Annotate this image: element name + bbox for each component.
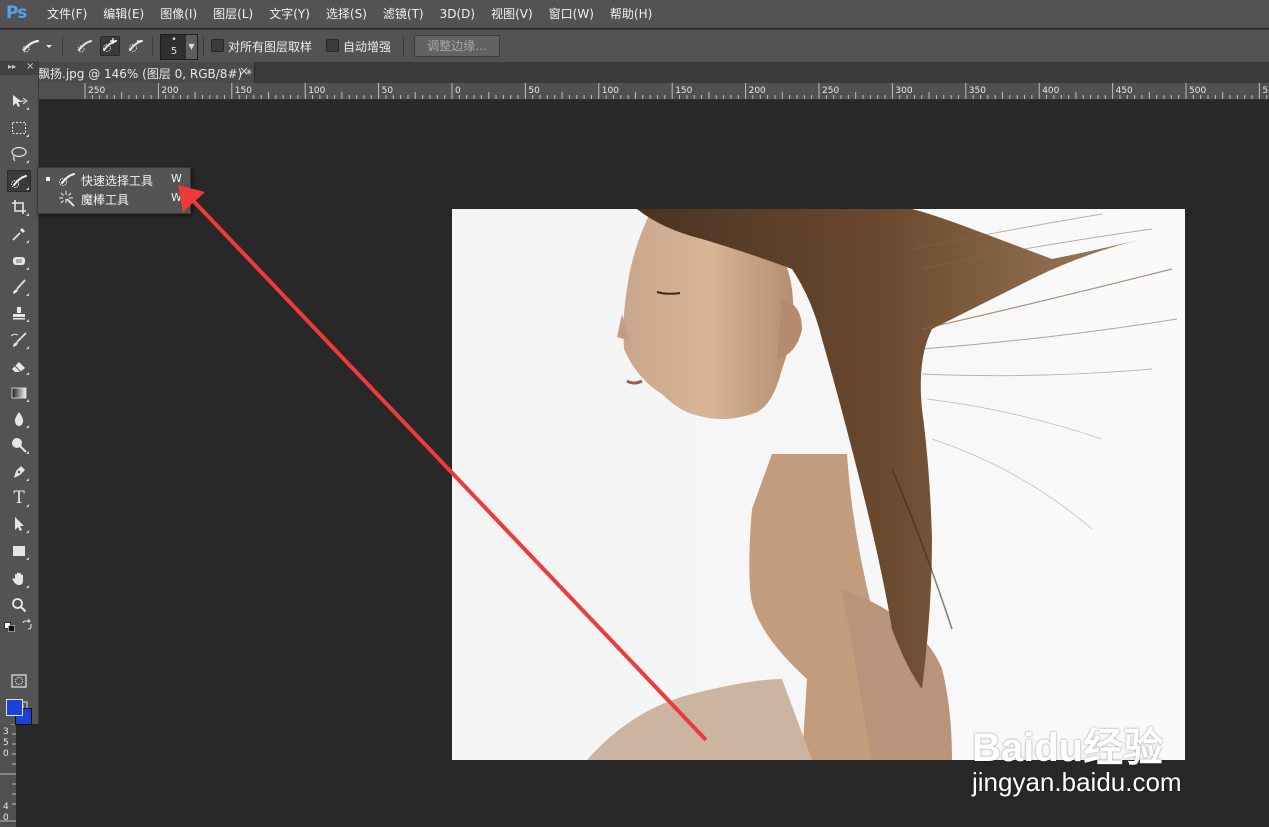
baidu-jingyan-watermark: Baidu经验 jingyan.baidu.com — [972, 715, 1202, 805]
red-arrow-shaft — [183, 190, 708, 742]
watermark-brand: Baidu经验 — [972, 726, 1164, 770]
annotation-arrow-overlay — [178, 185, 708, 742]
foreground-color-swatch[interactable] — [6, 699, 23, 716]
watermark-url: jingyan.baidu.com — [972, 767, 1182, 797]
